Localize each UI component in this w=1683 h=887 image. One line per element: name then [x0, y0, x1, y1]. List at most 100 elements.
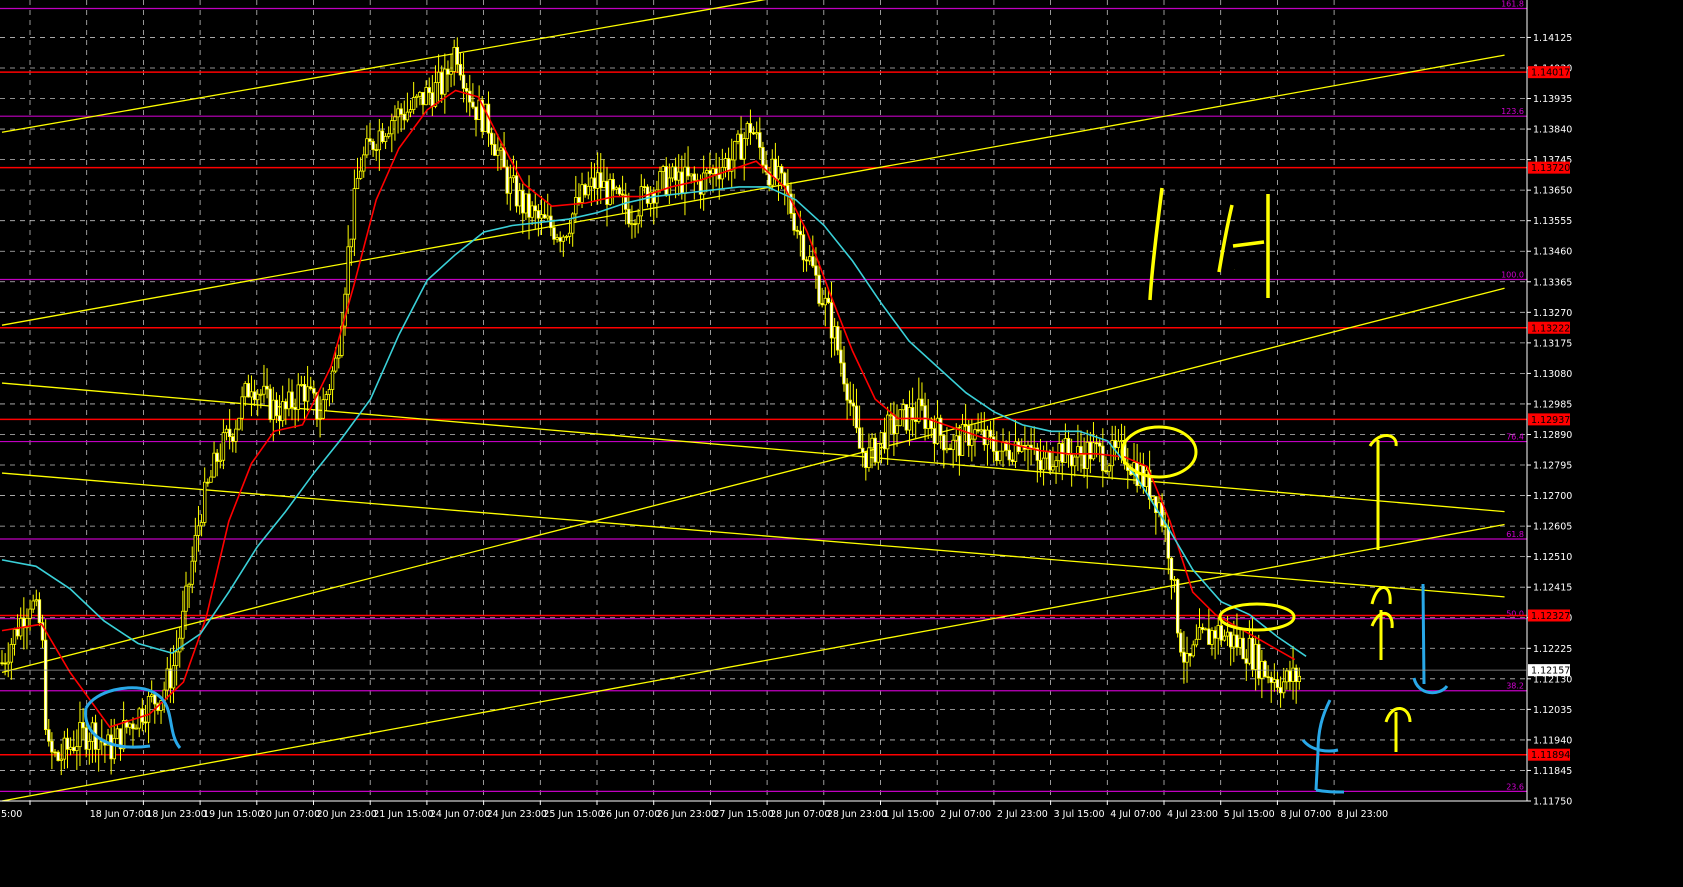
candle-body: [967, 425, 971, 446]
candle-body: [561, 236, 566, 242]
candle-body: [9, 644, 14, 663]
level-price-tag-label: 1.12937: [1531, 415, 1570, 426]
candle-body: [636, 215, 640, 225]
price-tick-label: 1.11845: [1533, 766, 1572, 777]
candle-body: [128, 723, 132, 728]
time-tick-label: 8 Jul 07:00: [1280, 809, 1331, 820]
candle-body: [758, 132, 762, 148]
time-tick-label: 20 Jun 23:00: [317, 809, 377, 820]
candle-body: [580, 184, 584, 203]
candle-body: [948, 447, 952, 451]
candle-body: [199, 522, 204, 527]
candle-body: [206, 481, 210, 484]
fib-level-label: 100.0: [1501, 271, 1524, 280]
candle-body: [751, 132, 756, 135]
candle-body: [1054, 460, 1058, 468]
candle-body: [290, 391, 294, 408]
candle-body: [190, 560, 194, 585]
candle-body: [321, 399, 325, 419]
candle-body: [165, 668, 169, 691]
candle-body: [499, 147, 503, 151]
price-chart[interactable]: 161.8123.6100.076.461.850.038.223.6 H 1.…: [0, 0, 1683, 883]
candle-body: [337, 354, 341, 359]
candle-body: [493, 144, 497, 156]
candle-body: [436, 71, 441, 83]
candle-body: [131, 723, 135, 730]
candle-body: [1094, 442, 1099, 445]
chart-window[interactable]: 161.8 123.6 100.0 76.4 61.8 50.0 38.2 23.6: [0, 0, 1683, 883]
candle-body: [586, 185, 590, 196]
fib-level-label: 123.6: [1501, 107, 1524, 116]
candle-body: [723, 158, 728, 168]
candle-body: [1076, 446, 1080, 458]
candle-body: [443, 68, 447, 95]
level-price-tag-label: 1.11894: [1531, 750, 1570, 761]
candle-body: [383, 135, 388, 143]
candle-body: [680, 171, 684, 194]
candle-body: [739, 133, 743, 160]
candle-body: [564, 236, 569, 238]
candle-body: [942, 434, 946, 451]
candle-body: [318, 417, 322, 420]
fib-level-label: 76.4: [1506, 433, 1524, 442]
candle-body: [1188, 653, 1192, 657]
time-tick-label: 1 Jul 15:00: [884, 809, 935, 820]
candle-body: [988, 429, 993, 438]
candle-body: [215, 452, 219, 462]
candle-body: [259, 393, 263, 396]
candle-body: [1119, 440, 1124, 442]
fib-level-label: 61.8: [1506, 530, 1524, 539]
candle-body: [1088, 441, 1093, 460]
candle-body: [742, 138, 746, 160]
candle-body: [68, 746, 73, 750]
candle-body: [527, 193, 531, 218]
candle-body: [717, 174, 721, 180]
candle-body: [1213, 630, 1217, 639]
candle-body: [474, 106, 478, 121]
candle-body: [293, 407, 297, 410]
candle-body: [386, 133, 391, 137]
candle-body: [146, 696, 151, 723]
time-tick-label: 5 Jul 15:00: [1224, 809, 1275, 820]
candle-body: [692, 173, 697, 181]
candle-body: [960, 423, 965, 456]
candle-body: [171, 665, 176, 689]
candle-body: [1216, 625, 1220, 639]
candle-body: [873, 437, 877, 463]
fib-level-label: 50.0: [1506, 610, 1524, 619]
candle-body: [1200, 627, 1205, 630]
candle-body: [832, 326, 837, 339]
candle-body: [533, 205, 537, 212]
candle-body: [926, 418, 930, 429]
candle-body: [402, 113, 406, 121]
candle-body: [1219, 625, 1224, 641]
price-tick-label: 1.12035: [1533, 705, 1572, 716]
candle-body: [6, 661, 10, 665]
candle-body: [489, 132, 494, 145]
candle-body: [277, 415, 282, 422]
candle-body: [243, 383, 247, 398]
candle-body: [327, 389, 332, 395]
price-tick-label: 1.13650: [1533, 186, 1572, 197]
candle-body: [302, 384, 307, 402]
candle-body: [193, 535, 198, 562]
candle-body: [399, 108, 403, 115]
candle-body: [237, 417, 241, 430]
candle-body: [203, 481, 207, 523]
candle-body: [505, 166, 509, 194]
candle-body: [252, 391, 257, 401]
candle-body: [37, 599, 42, 624]
candle-body: [75, 746, 79, 752]
price-tick-label: 1.13840: [1533, 125, 1572, 136]
candle-body: [552, 227, 556, 240]
candle-body: [923, 405, 927, 429]
candle-body: [1144, 469, 1149, 487]
candle-body: [542, 214, 547, 219]
price-tick-label: 1.12510: [1533, 552, 1572, 563]
candle-body: [633, 223, 637, 226]
candle-body: [1010, 459, 1015, 462]
candle-body: [1007, 449, 1011, 461]
candle-body: [567, 232, 572, 237]
candle-body: [854, 405, 859, 429]
candle-body: [661, 166, 665, 172]
